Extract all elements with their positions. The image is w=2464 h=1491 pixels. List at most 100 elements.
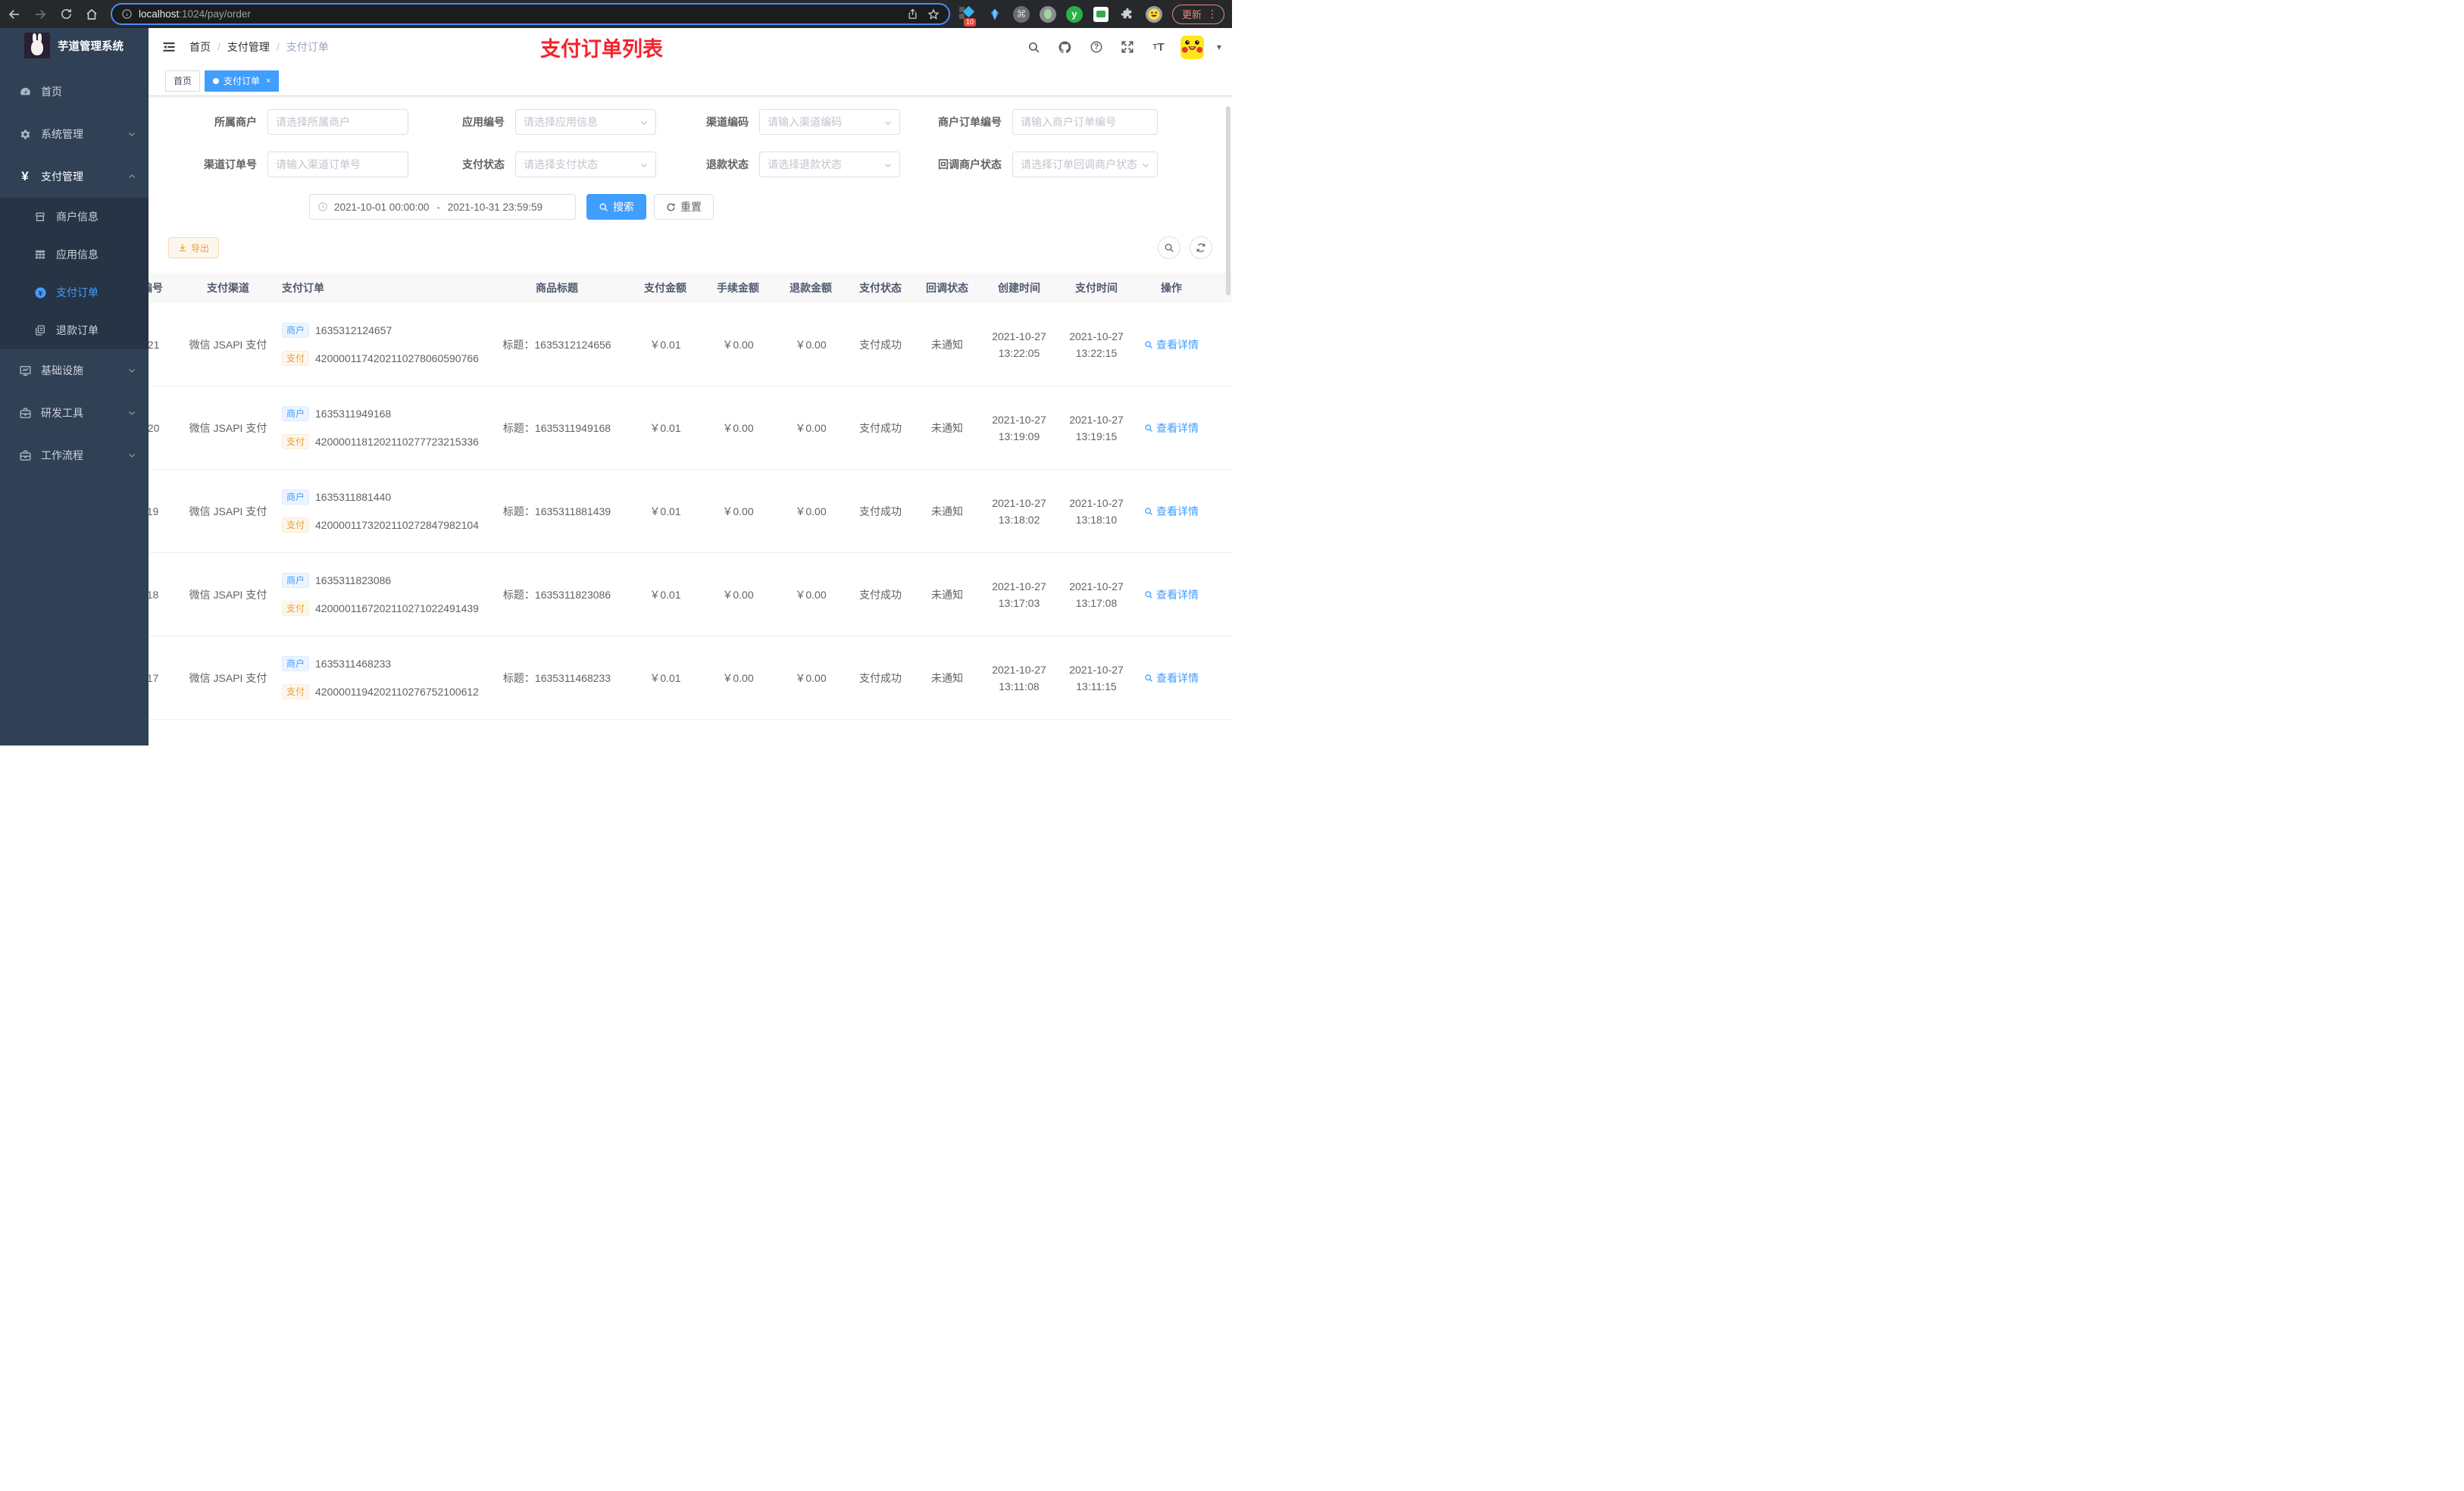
sidebar-item-home[interactable]: 首页	[0, 70, 149, 113]
view-detail-link[interactable]: 查看详情	[1144, 337, 1199, 352]
user-avatar[interactable]	[1180, 35, 1204, 59]
filter-channel-code: 渠道编码	[656, 109, 900, 135]
table-body: 121微信 JSAPI 支付商户1635312124657支付420000117…	[149, 303, 1232, 746]
notify-status-select[interactable]	[1021, 158, 1149, 170]
fee-amount-cell: ￥0.00	[722, 671, 754, 684]
merchant-order-no-input[interactable]	[1021, 116, 1149, 128]
date-range-picker[interactable]: 2021-10-01 00:00:00 - 2021-10-31 23:59:5…	[309, 194, 576, 220]
breadcrumb-home[interactable]: 首页	[189, 39, 211, 55]
back-icon[interactable]	[3, 3, 26, 26]
chat-extension-icon[interactable]	[1092, 5, 1110, 23]
refund-status-select[interactable]	[768, 158, 892, 170]
view-detail-link[interactable]: 查看详情	[1144, 670, 1199, 686]
bookmark-star-icon[interactable]	[927, 8, 940, 20]
table-row: 118 微信 JSAPI 支付商户1635311823086支付420000116…	[149, 553, 1232, 636]
sidebar-item-infra[interactable]: 基础设施	[0, 349, 149, 392]
app-logo[interactable]: 芋道管理系统	[0, 28, 149, 63]
column-header: 支付订单	[282, 282, 324, 294]
create-time-cell: 2021-10-27 13:18:02	[992, 496, 1046, 526]
home-icon[interactable]	[80, 3, 103, 26]
help-icon[interactable]: ?	[1087, 38, 1105, 56]
chevron-up-icon	[129, 174, 135, 178]
tab-pay-order[interactable]: 支付订单 ×	[205, 70, 280, 92]
avatar-caret-icon[interactable]: ▾	[1217, 42, 1221, 52]
browser-toolbar: localhost:1024/pay/order 10 ⌘ y 更新 ⋮	[0, 0, 1232, 28]
yen-circle-icon	[33, 286, 47, 299]
pay-status-cell: 支付成功	[859, 588, 902, 601]
show-search-toggle-button[interactable]	[1158, 236, 1180, 259]
pay-order-cell: 商户 1635311823086 支付 42000011672021102710224…	[273, 573, 485, 616]
sidebar-item-refund-order[interactable]: 退款订单	[0, 311, 149, 349]
merchant-input[interactable]	[276, 116, 400, 128]
refresh-icon	[667, 203, 675, 211]
notify-status-cell: 未通知	[931, 338, 963, 351]
chevron-down-icon	[1143, 164, 1149, 167]
search-button[interactable]: 搜索	[586, 194, 646, 220]
sidebar-item-dev-tools[interactable]: 研发工具	[0, 392, 149, 434]
refresh-table-button[interactable]	[1190, 236, 1212, 259]
tab-home[interactable]: 首页	[165, 70, 201, 92]
forward-icon[interactable]	[29, 3, 52, 26]
channel-order-no-input[interactable]	[276, 158, 400, 170]
recorder-extension-icon[interactable]	[1039, 5, 1057, 23]
y-extension-icon[interactable]: y	[1065, 5, 1083, 23]
order-id-cell: 120	[149, 421, 160, 434]
sidebar-menu: 首页 系统管理 ¥ 支付管理 商户信息 应用信息 支付订单 退款订单 基础设施 …	[0, 63, 149, 477]
breadcrumb-payment[interactable]: 支付管理	[227, 39, 270, 55]
order-id-cell: 118	[149, 588, 159, 601]
github-icon[interactable]	[1056, 38, 1074, 56]
browser-menu-icon[interactable]: ⋮	[1207, 8, 1218, 20]
pay-amount-cell: ￥0.01	[649, 505, 681, 517]
chevron-down-icon	[641, 121, 647, 125]
view-detail-link[interactable]: 查看详情	[1144, 504, 1199, 519]
filter-merchant: 所属商户	[168, 109, 408, 135]
reset-button[interactable]: 重置	[654, 194, 714, 220]
extensions-puzzle-icon[interactable]	[1118, 5, 1137, 23]
app-id-select[interactable]	[524, 116, 648, 128]
site-info-icon[interactable]	[121, 8, 133, 20]
view-detail-link[interactable]: 查看详情	[1144, 420, 1199, 436]
search-icon	[599, 202, 608, 211]
date-start: 2021-10-01 00:00:00	[334, 201, 430, 213]
create-time-cell: 2021-10-27 13:17:03	[992, 580, 1046, 609]
export-button[interactable]: 导出	[168, 237, 220, 258]
pay-status-select[interactable]	[524, 158, 648, 170]
column-header: 创建时间	[998, 282, 1040, 294]
sidebar-item-payment[interactable]: ¥ 支付管理	[0, 155, 149, 198]
scrollbar-thumb[interactable]	[1226, 106, 1230, 295]
briefcase-icon	[18, 449, 32, 462]
profile-avatar-icon[interactable]	[1145, 5, 1163, 23]
order-id-cell: 119	[149, 505, 159, 517]
merchant-tag: 商户	[282, 489, 310, 505]
sidebar-item-pay-order[interactable]: 支付订单	[0, 274, 149, 311]
browser-update-button[interactable]: 更新 ⋮	[1171, 4, 1224, 24]
sidebar-item-merchant-info[interactable]: 商户信息	[0, 198, 149, 236]
search-icon[interactable]	[1025, 38, 1043, 56]
view-detail-link[interactable]: 查看详情	[1144, 587, 1199, 602]
share-icon[interactable]	[907, 8, 918, 20]
column-header: 回调状态	[926, 282, 968, 294]
sidebar-item-system[interactable]: 系统管理	[0, 113, 149, 155]
sidebar-item-workflow[interactable]: 工作流程	[0, 434, 149, 477]
merchant-tag: 商户	[282, 323, 310, 338]
sidebar: 芋道管理系统 首页 系统管理 ¥ 支付管理 商户信息 应用信息 支付订单 退款订…	[0, 28, 149, 746]
close-tab-icon[interactable]: ×	[266, 77, 270, 86]
command-extension-icon[interactable]: ⌘	[1012, 5, 1030, 23]
gem-extension-icon[interactable]	[986, 5, 1004, 23]
sidebar-collapse-icon[interactable]	[161, 39, 177, 55]
sidebar-item-app-info[interactable]: 应用信息	[0, 236, 149, 274]
channel-code-select[interactable]	[768, 116, 892, 128]
extension-area: 10 ⌘ y	[958, 5, 1163, 27]
pay-time-cell: 2021-10-27 13:18:10	[1069, 496, 1124, 526]
fee-amount-cell: ￥0.00	[722, 338, 754, 351]
chevron-down-icon	[129, 133, 135, 136]
fullscreen-icon[interactable]	[1118, 38, 1137, 56]
url-bar[interactable]: localhost:1024/pay/order	[111, 3, 950, 25]
merchant-tag: 商户	[282, 573, 310, 588]
font-size-icon[interactable]: TT	[1149, 38, 1168, 56]
payment-submenu: 商户信息 应用信息 支付订单 退款订单	[0, 198, 149, 349]
tasks-extension-icon[interactable]: 10	[958, 5, 977, 27]
column-header: 退款金额	[790, 282, 832, 294]
table-header-row: 编号 支付渠道 支付订单 商品标题 支付金额 手续金额 退款金额 支付状态 回调状态 创建时间 支付…	[149, 273, 1232, 303]
reload-icon[interactable]	[55, 3, 77, 26]
